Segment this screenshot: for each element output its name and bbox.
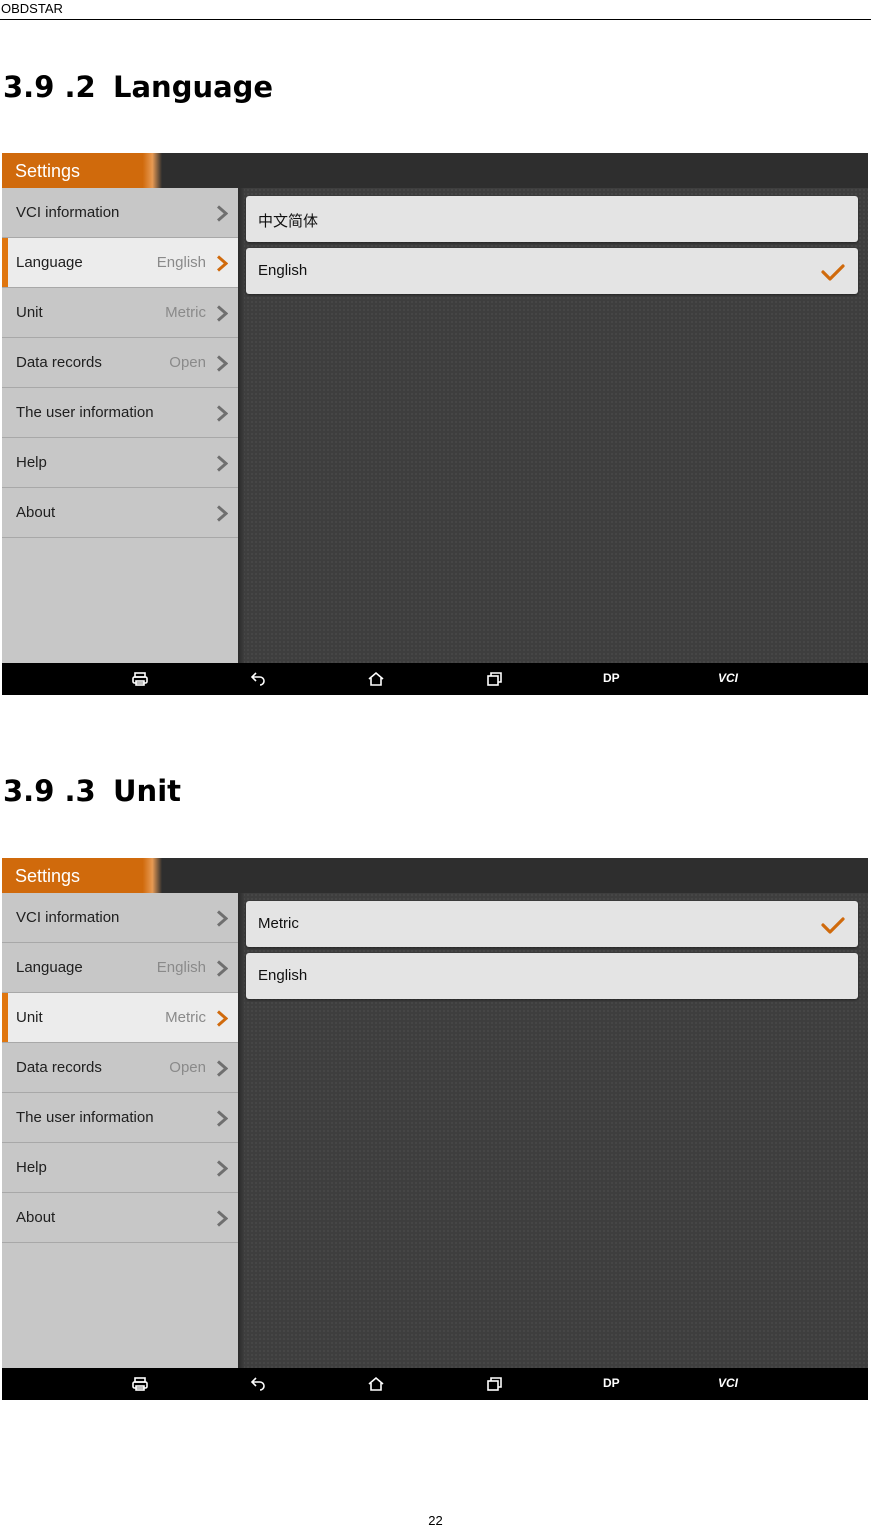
sidebar-item-value: English <box>156 254 206 271</box>
printer-icon[interactable] <box>130 671 150 687</box>
sidebar-item-about[interactable]: About <box>2 1193 238 1243</box>
section-title: Language <box>113 70 274 104</box>
option-chinese-simplified[interactable]: 中文简体 <box>246 196 858 242</box>
recent-apps-icon[interactable] <box>484 671 504 687</box>
sidebar-item-value: Metric <box>165 1009 206 1026</box>
printer-icon[interactable] <box>130 1376 150 1392</box>
sidebar-item-language[interactable]: Language English <box>2 238 238 288</box>
settings-sidebar: VCI information Language English Unit Me… <box>2 188 238 663</box>
sidebar-item-about[interactable]: About <box>2 488 238 538</box>
sidebar-item-unit[interactable]: Unit Metric <box>2 993 238 1043</box>
sidebar-item-label: Language <box>16 959 83 976</box>
sidebar-item-vci-information[interactable]: VCI information <box>2 188 238 238</box>
sidebar-item-label: About <box>16 504 56 521</box>
option-english[interactable]: English <box>246 248 858 294</box>
sidebar-item-help[interactable]: Help <box>2 438 238 488</box>
section-heading-unit: 3.9 .3 Unit <box>3 774 181 808</box>
sidebar-divider <box>238 188 244 663</box>
option-label: 中文简体 <box>258 213 319 230</box>
sidebar-item-label: VCI information <box>16 909 120 926</box>
sidebar-item-value: English <box>156 959 206 976</box>
title-bar: Settings <box>2 153 868 188</box>
option-english[interactable]: English <box>246 953 858 999</box>
section-number: 3.9 .2 <box>3 70 96 104</box>
sidebar-item-label: Data records <box>16 354 102 371</box>
dp-button[interactable]: DP <box>603 1376 620 1390</box>
chevron-right-icon <box>217 1010 228 1027</box>
options-panel: 中文简体 English <box>238 188 868 663</box>
options-panel: Metric English <box>238 893 868 1368</box>
sidebar-item-label: VCI information <box>16 204 120 221</box>
sidebar-item-user-information[interactable]: The user information <box>2 1093 238 1143</box>
chevron-right-icon <box>217 505 228 522</box>
settings-screenshot-unit: Settings VCI information Language Englis… <box>2 858 868 1400</box>
chevron-right-icon <box>217 960 228 977</box>
sidebar-item-label: Help <box>16 454 47 471</box>
recent-apps-icon[interactable] <box>484 1376 504 1392</box>
sidebar-item-data-records[interactable]: Data records Open <box>2 1043 238 1093</box>
sidebar-item-label: Unit <box>16 1009 43 1026</box>
chevron-right-icon <box>217 455 228 472</box>
chevron-right-icon <box>217 305 228 322</box>
chevron-right-icon <box>217 910 228 927</box>
section-title: Unit <box>113 774 181 808</box>
sidebar-divider <box>238 893 244 1368</box>
home-icon[interactable] <box>366 1376 386 1392</box>
checkmark-icon <box>821 264 845 281</box>
sidebar-item-label: About <box>16 1209 56 1226</box>
sidebar-item-label: The user information <box>16 404 154 421</box>
title-bar: Settings <box>2 858 868 893</box>
sidebar-item-label: Language <box>16 254 83 271</box>
settings-screenshot-language: Settings VCI information Language Englis… <box>2 153 868 695</box>
sidebar-item-vci-information[interactable]: VCI information <box>2 893 238 943</box>
checkmark-icon <box>821 917 845 934</box>
sidebar-item-language[interactable]: Language English <box>2 943 238 993</box>
chevron-right-icon <box>217 1110 228 1127</box>
settings-title-tab: Settings <box>2 858 162 893</box>
option-label: Metric <box>258 915 299 932</box>
settings-title: Settings <box>15 866 81 886</box>
chevron-right-icon <box>217 1160 228 1177</box>
settings-title-tab: Settings <box>2 153 162 188</box>
chevron-right-icon <box>217 1210 228 1227</box>
sidebar-item-label: Data records <box>16 1059 102 1076</box>
back-icon[interactable] <box>248 1376 268 1392</box>
chevron-right-icon <box>217 205 228 222</box>
sidebar-item-label: The user information <box>16 1109 154 1126</box>
settings-title: Settings <box>15 161 81 181</box>
sidebar-item-label: Help <box>16 1159 47 1176</box>
sidebar-item-value: Metric <box>165 304 206 321</box>
chevron-right-icon <box>217 1060 228 1077</box>
settings-sidebar: VCI information Language English Unit Me… <box>2 893 238 1368</box>
home-icon[interactable] <box>366 671 386 687</box>
option-label: English <box>258 967 308 984</box>
page-number: 22 <box>428 1513 443 1528</box>
chevron-right-icon <box>217 255 228 272</box>
sidebar-item-data-records[interactable]: Data records Open <box>2 338 238 388</box>
option-metric[interactable]: Metric <box>246 901 858 947</box>
android-nav-bar: DP VCI <box>2 663 868 695</box>
sidebar-item-help[interactable]: Help <box>2 1143 238 1193</box>
vci-status[interactable]: VCI <box>718 671 738 685</box>
page-header: OBDSTAR <box>0 0 871 20</box>
section-number: 3.9 .3 <box>3 774 96 808</box>
section-heading-language: 3.9 .2 Language <box>3 70 273 104</box>
dp-button[interactable]: DP <box>603 671 620 685</box>
android-nav-bar: DP VCI <box>2 1368 868 1400</box>
sidebar-item-value: Open <box>169 354 206 371</box>
sidebar-item-value: Open <box>169 1059 206 1076</box>
option-label: English <box>258 262 308 279</box>
vci-status[interactable]: VCI <box>718 1376 738 1390</box>
sidebar-item-label: Unit <box>16 304 43 321</box>
sidebar-item-unit[interactable]: Unit Metric <box>2 288 238 338</box>
sidebar-item-user-information[interactable]: The user information <box>2 388 238 438</box>
chevron-right-icon <box>217 405 228 422</box>
chevron-right-icon <box>217 355 228 372</box>
back-icon[interactable] <box>248 671 268 687</box>
